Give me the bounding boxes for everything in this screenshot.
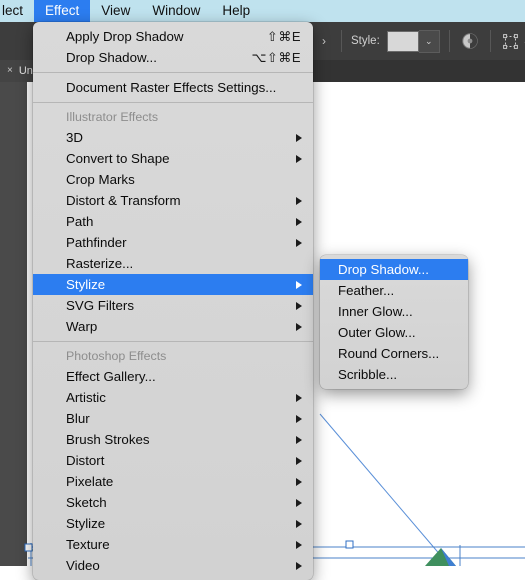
menu-item-shortcut: ⇧⌘E <box>266 28 301 44</box>
submenu-arrow-icon <box>296 196 302 205</box>
menu-item-sketch[interactable]: Sketch <box>33 492 313 513</box>
menu-item-effect-gallery[interactable]: Effect Gallery... <box>33 366 313 387</box>
menu-item-label: Feather... <box>338 283 395 298</box>
menu-item-label: Texture <box>66 537 110 552</box>
submenu-arrow-icon <box>296 238 302 247</box>
menu-divider-3 <box>33 341 313 342</box>
opacity-icon[interactable] <box>459 30 481 52</box>
menu-item-svg-filters[interactable]: SVG Filters <box>33 295 313 316</box>
submenu-arrow-icon <box>296 498 302 507</box>
submenu-arrow-icon <box>296 133 302 142</box>
menu-item-drop-shadow[interactable]: Drop Shadow... ⌥⇧⌘E <box>33 47 313 68</box>
menu-section-header-illustrator-effects: Illustrator Effects <box>66 110 159 124</box>
transform-bounding-box-icon[interactable] <box>500 30 522 52</box>
menu-item-label: Round Corners... <box>338 346 440 361</box>
menu-item-label: Rasterize... <box>66 256 134 271</box>
submenu-item-inner-glow[interactable]: Inner Glow... <box>320 301 468 322</box>
menubar-item-effect[interactable]: Effect <box>34 0 91 22</box>
menu-item-warp[interactable]: Warp <box>33 316 313 337</box>
close-icon[interactable]: × <box>7 66 13 76</box>
submenu-arrow-icon <box>296 519 302 528</box>
submenu-arrow-icon <box>296 456 302 465</box>
menu-item-pathfinder[interactable]: Pathfinder <box>33 232 313 253</box>
menu-item-label: Distort & Transform <box>66 193 181 208</box>
submenu-arrow-icon <box>296 301 302 310</box>
submenu-arrow-icon <box>296 322 302 331</box>
menu-item-label: Crop Marks <box>66 172 135 187</box>
menu-divider-2 <box>33 102 313 103</box>
menu-item-label: Outer Glow... <box>338 325 416 340</box>
menu-item-distort[interactable]: Distort <box>33 450 313 471</box>
submenu-arrow-icon <box>296 414 302 423</box>
menu-item-distort-and-transform[interactable]: Distort & Transform <box>33 190 313 211</box>
menu-item-convert-to-shape[interactable]: Convert to Shape <box>33 148 313 169</box>
submenu-arrow-icon <box>296 435 302 444</box>
menu-section-header-photoshop-effects: Photoshop Effects <box>66 349 167 363</box>
menubar-item-help[interactable]: Help <box>211 0 261 22</box>
submenu-item-outer-glow[interactable]: Outer Glow... <box>320 322 468 343</box>
control-bar-divider-2 <box>448 30 450 52</box>
document-tab-label: Un <box>18 65 33 77</box>
menu-item-apply-drop-shadow[interactable]: Apply Drop Shadow ⇧⌘E <box>33 26 313 47</box>
menu-item-label: Artistic <box>66 390 106 405</box>
menu-item-label: Stylize <box>66 516 106 531</box>
submenu-arrow-icon <box>296 477 302 486</box>
submenu-arrow-icon <box>296 280 302 289</box>
menu-item-3d[interactable]: 3D <box>33 127 313 148</box>
menu-item-label: Apply Drop Shadow <box>66 29 184 44</box>
menu-item-label: Blur <box>66 411 90 426</box>
menu-item-label: Pixelate <box>66 474 114 489</box>
menu-item-label: Pathfinder <box>66 235 127 250</box>
menu-item-label: 3D <box>66 130 83 145</box>
style-swatch[interactable] <box>386 30 419 52</box>
menu-item-label: Inner Glow... <box>338 304 413 319</box>
menu-item-crop-marks[interactable]: Crop Marks <box>33 169 313 190</box>
effect-menu: Apply Drop Shadow ⇧⌘E Drop Shadow... ⌥⇧⌘… <box>33 22 313 580</box>
menu-item-label: Document Raster Effects Settings... <box>66 80 277 95</box>
menu-divider-1 <box>33 72 313 73</box>
menu-item-label: Sketch <box>66 495 107 510</box>
submenu-arrow-icon <box>296 393 302 402</box>
menu-item-label: SVG Filters <box>66 298 134 313</box>
application-window: › Style: ⌄ × Un lect Effect View Window … <box>0 0 525 580</box>
submenu-item-round-corners[interactable]: Round Corners... <box>320 343 468 364</box>
control-bar-divider-3 <box>489 30 491 52</box>
submenu-item-feather[interactable]: Feather... <box>320 280 468 301</box>
menu-item-label: Convert to Shape <box>66 151 170 166</box>
menubar-item-select[interactable]: lect <box>0 0 34 22</box>
menu-item-label: Stylize <box>66 277 106 292</box>
menu-item-artistic[interactable]: Artistic <box>33 387 313 408</box>
control-bar-overflow-chevron-icon[interactable]: › <box>316 31 332 51</box>
menu-item-brush-strokes[interactable]: Brush Strokes <box>33 429 313 450</box>
style-label: Style: <box>351 35 380 47</box>
menu-item-rasterize[interactable]: Rasterize... <box>33 253 313 274</box>
menubar-item-window[interactable]: Window <box>141 0 211 22</box>
menu-item-path[interactable]: Path <box>33 211 313 232</box>
menu-item-blur[interactable]: Blur <box>33 408 313 429</box>
menu-bar: lect Effect View Window Help <box>0 0 525 22</box>
menu-item-stylize-illustrator[interactable]: Stylize <box>33 274 313 295</box>
menu-item-label: Drop Shadow... <box>66 50 157 65</box>
submenu-arrow-icon <box>296 217 302 226</box>
submenu-item-scribble[interactable]: Scribble... <box>320 364 468 385</box>
submenu-arrow-icon <box>296 154 302 163</box>
menu-item-pixelate[interactable]: Pixelate <box>33 471 313 492</box>
menu-item-shortcut: ⌥⇧⌘E <box>251 49 301 65</box>
menu-item-stylize-photoshop[interactable]: Stylize <box>33 513 313 534</box>
menu-item-document-raster-effects-settings[interactable]: Document Raster Effects Settings... <box>33 77 313 98</box>
menu-item-label: Warp <box>66 319 98 334</box>
menu-item-label: Path <box>66 214 94 229</box>
stylize-submenu: Drop Shadow... Feather... Inner Glow... … <box>320 255 468 389</box>
menu-item-label: Brush Strokes <box>66 432 150 447</box>
submenu-item-drop-shadow[interactable]: Drop Shadow... <box>320 259 468 280</box>
menubar-item-view[interactable]: View <box>90 0 141 22</box>
menu-item-texture[interactable]: Texture <box>33 534 313 555</box>
menu-item-label: Effect Gallery... <box>66 369 156 384</box>
menu-item-label: Drop Shadow... <box>338 262 429 277</box>
submenu-arrow-icon <box>296 540 302 549</box>
control-bar-divider-1 <box>341 30 342 52</box>
menu-item-label: Distort <box>66 453 105 468</box>
menu-item-label: Scribble... <box>338 367 398 382</box>
style-dropdown-caret-icon[interactable]: ⌄ <box>418 29 440 53</box>
